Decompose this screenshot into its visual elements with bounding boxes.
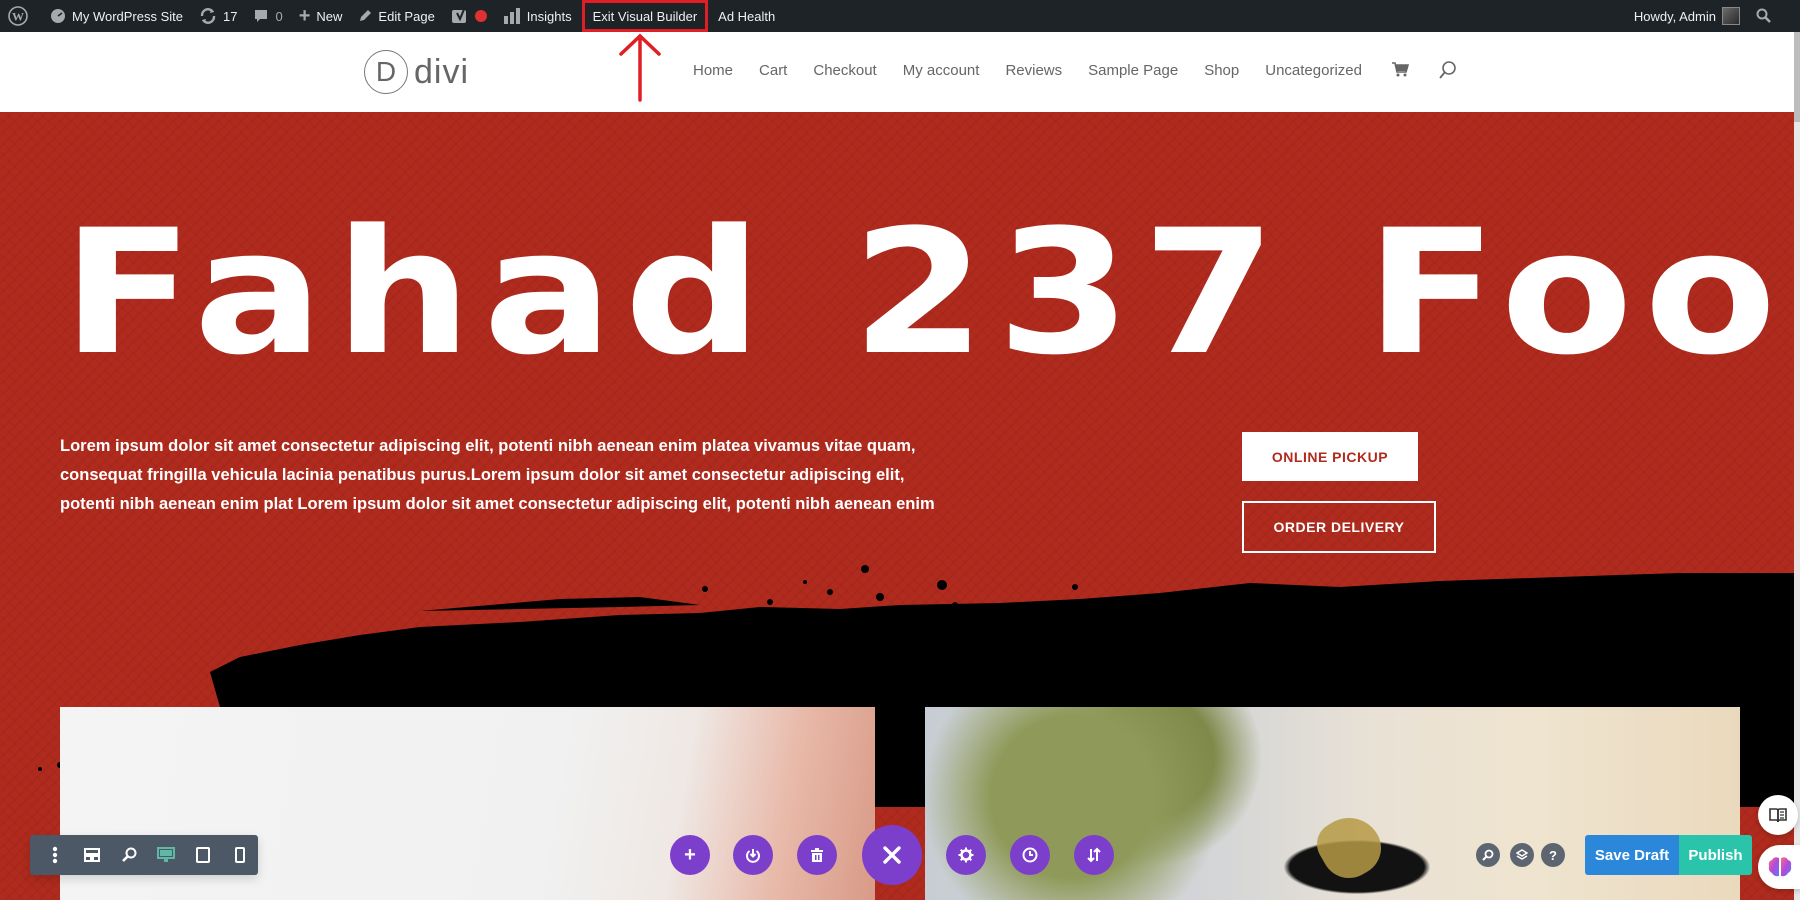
comments-link[interactable]: 0 bbox=[245, 0, 290, 32]
online-pickup-button[interactable]: ONLINE PICKUP bbox=[1242, 432, 1418, 481]
ad-health-label: Ad Health bbox=[718, 8, 776, 24]
edit-page-label: Edit Page bbox=[378, 8, 435, 24]
nav-home[interactable]: Home bbox=[693, 62, 733, 79]
tablet-view-icon[interactable] bbox=[184, 835, 221, 875]
nav-sample-page[interactable]: Sample Page bbox=[1088, 62, 1178, 79]
layers-button[interactable] bbox=[1510, 843, 1534, 867]
save-draft-button[interactable]: Save Draft bbox=[1585, 835, 1679, 875]
nav-checkout[interactable]: Checkout bbox=[813, 62, 876, 79]
wordpress-logo-icon: W bbox=[8, 6, 28, 26]
gold-garnish bbox=[1309, 806, 1391, 888]
yoast-seo-menu[interactable] bbox=[443, 0, 495, 32]
nav-shop[interactable]: Shop bbox=[1204, 62, 1239, 79]
updates-count: 17 bbox=[223, 8, 238, 24]
close-settings-button[interactable] bbox=[862, 825, 922, 885]
wp-admin-bar: W My WordPress Site 17 0 + New Edit Page bbox=[0, 0, 1800, 32]
main-nav: Home Cart Checkout My account Reviews Sa… bbox=[680, 60, 1457, 80]
search-icon bbox=[1756, 8, 1772, 24]
layers-icon bbox=[1516, 849, 1528, 860]
clear-layout-button[interactable] bbox=[797, 835, 837, 875]
page-scrollbar[interactable] bbox=[1794, 32, 1800, 900]
zoom-view-icon[interactable] bbox=[110, 835, 147, 875]
site-header: D divi Home Cart Checkout My account Rev… bbox=[0, 32, 1794, 112]
exit-visual-builder-link[interactable]: Exit Visual Builder bbox=[581, 0, 709, 32]
brain-icon bbox=[1768, 857, 1792, 877]
sort-sections-button[interactable] bbox=[1074, 835, 1114, 875]
edit-page-link[interactable]: Edit Page bbox=[350, 0, 442, 32]
comments-count: 0 bbox=[275, 8, 283, 24]
dashboard-icon bbox=[50, 8, 66, 24]
new-label: New bbox=[316, 8, 343, 24]
wp-logo-button[interactable]: W bbox=[0, 0, 42, 32]
admin-search-button[interactable] bbox=[1748, 0, 1780, 32]
exit-visual-builder-label: Exit Visual Builder bbox=[592, 8, 698, 24]
help-icon: ? bbox=[1549, 847, 1557, 863]
find-replace-button[interactable] bbox=[1476, 843, 1500, 867]
seo-status-dot bbox=[474, 10, 487, 22]
annotation-arrow-icon bbox=[619, 33, 661, 102]
hero-title: Fahad 237 Food bbox=[62, 192, 1794, 393]
nav-cart[interactable]: Cart bbox=[759, 62, 787, 79]
yoast-icon bbox=[451, 7, 469, 25]
site-logo[interactable]: D divi bbox=[364, 50, 469, 94]
trash-icon bbox=[811, 848, 823, 862]
scrollbar-thumb[interactable] bbox=[1794, 32, 1800, 122]
bar-chart-icon bbox=[503, 8, 521, 24]
nav-uncategorized[interactable]: Uncategorized bbox=[1265, 62, 1362, 79]
search-icon[interactable] bbox=[1439, 60, 1457, 80]
pencil-icon bbox=[358, 9, 372, 23]
comment-icon bbox=[253, 8, 269, 24]
close-icon bbox=[883, 846, 901, 864]
logo-word: divi bbox=[414, 52, 470, 91]
docs-button[interactable] bbox=[1758, 795, 1798, 835]
clock-icon bbox=[1022, 847, 1038, 863]
power-download-icon bbox=[746, 849, 760, 863]
updates-link[interactable]: 17 bbox=[191, 0, 245, 32]
more-options-icon[interactable] bbox=[36, 835, 73, 875]
new-content-link[interactable]: + New bbox=[291, 0, 351, 32]
search-icon bbox=[1482, 849, 1494, 861]
wireframe-view-icon[interactable] bbox=[73, 835, 110, 875]
page-settings-button[interactable] bbox=[946, 835, 986, 875]
hero-section: Fahad 237 Food Lorem ipsum dolor sit ame… bbox=[0, 112, 1794, 900]
divi-ai-button[interactable] bbox=[1758, 845, 1800, 889]
book-icon bbox=[1769, 808, 1787, 823]
portability-button[interactable] bbox=[733, 835, 773, 875]
help-button[interactable]: ? bbox=[1541, 843, 1565, 867]
nav-reviews[interactable]: Reviews bbox=[1005, 62, 1062, 79]
plus-icon: + bbox=[684, 844, 696, 866]
avatar bbox=[1722, 7, 1740, 25]
gear-icon bbox=[958, 847, 974, 863]
site-name: My WordPress Site bbox=[72, 8, 184, 24]
sort-arrows-icon bbox=[1087, 847, 1101, 863]
my-account-menu[interactable]: Howdy, Admin bbox=[1626, 0, 1748, 32]
insights-link[interactable]: Insights bbox=[495, 0, 580, 32]
phone-view-icon[interactable] bbox=[221, 835, 258, 875]
hero-text: Lorem ipsum dolor sit amet consectetur a… bbox=[60, 437, 935, 513]
svg-text:W: W bbox=[12, 10, 24, 24]
site-name-link[interactable]: My WordPress Site bbox=[42, 0, 191, 32]
publish-button[interactable]: Publish bbox=[1679, 835, 1752, 875]
view-mode-toolbar bbox=[30, 835, 258, 875]
desktop-view-icon[interactable] bbox=[147, 835, 184, 875]
plus-icon: + bbox=[298, 4, 311, 27]
history-button[interactable] bbox=[1010, 835, 1050, 875]
add-module-button[interactable]: + bbox=[670, 835, 710, 875]
insights-label: Insights bbox=[526, 8, 572, 24]
updates-icon bbox=[199, 7, 217, 25]
ad-health-link[interactable]: Ad Health bbox=[710, 0, 783, 32]
cart-icon[interactable] bbox=[1391, 62, 1409, 78]
order-delivery-button[interactable]: ORDER DELIVERY bbox=[1242, 501, 1436, 553]
nav-my-account[interactable]: My account bbox=[903, 62, 980, 79]
howdy-label: Howdy, Admin bbox=[1633, 8, 1716, 24]
logo-circle: D bbox=[364, 50, 408, 94]
